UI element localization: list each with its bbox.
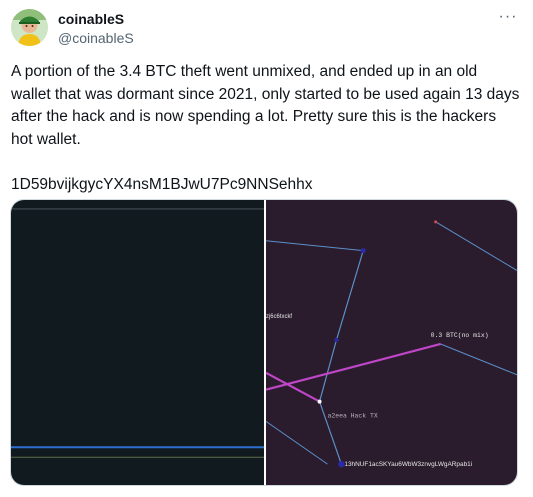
transaction-graph: zj6c6txckf 0.3 BTC(no mix) a2eea Hack TX… [266, 220, 517, 468]
avatar[interactable] [11, 9, 48, 46]
graph-edge [435, 221, 517, 271]
tweet-text: A portion of the 3.4 BTC theft went unmi… [11, 63, 520, 193]
graph-edge [266, 240, 364, 252]
graph-edge [319, 401, 342, 465]
magenta-edge [266, 342, 441, 391]
media-image-left[interactable] [11, 200, 264, 485]
graph-edge [440, 343, 517, 376]
blank-graph-view [11, 208, 264, 458]
graph-node [434, 220, 438, 224]
graph-node [334, 337, 339, 343]
tweet-media[interactable]: zj6c6txckf 0.3 BTC(no mix) a2eea Hack TX… [10, 199, 518, 486]
more-options-icon[interactable]: ··· [497, 8, 519, 26]
tweet: coinableS @coinableS ··· A portion of th… [0, 0, 533, 497]
graph-node [360, 248, 366, 254]
graph-edge [266, 421, 328, 465]
author-handle[interactable]: @coinableS [58, 30, 134, 46]
media-image-right[interactable]: zj6c6txckf 0.3 BTC(no mix) a2eea Hack TX… [266, 200, 517, 485]
avatar-icon [11, 9, 48, 46]
wallet-address-label: 13hNUF1acSKYau6WbW3znvgLWgARpab1i [344, 461, 472, 468]
partial-address-label: zj6c6txckf [266, 314, 292, 320]
graph-edge [335, 250, 364, 341]
hack-tx-label: a2eea Hack TX [328, 412, 378, 419]
author-display-name[interactable]: coinableS [58, 11, 124, 27]
unmixed-amount-label: 0.3 BTC(no mix) [431, 332, 489, 339]
graph-node [317, 399, 322, 404]
